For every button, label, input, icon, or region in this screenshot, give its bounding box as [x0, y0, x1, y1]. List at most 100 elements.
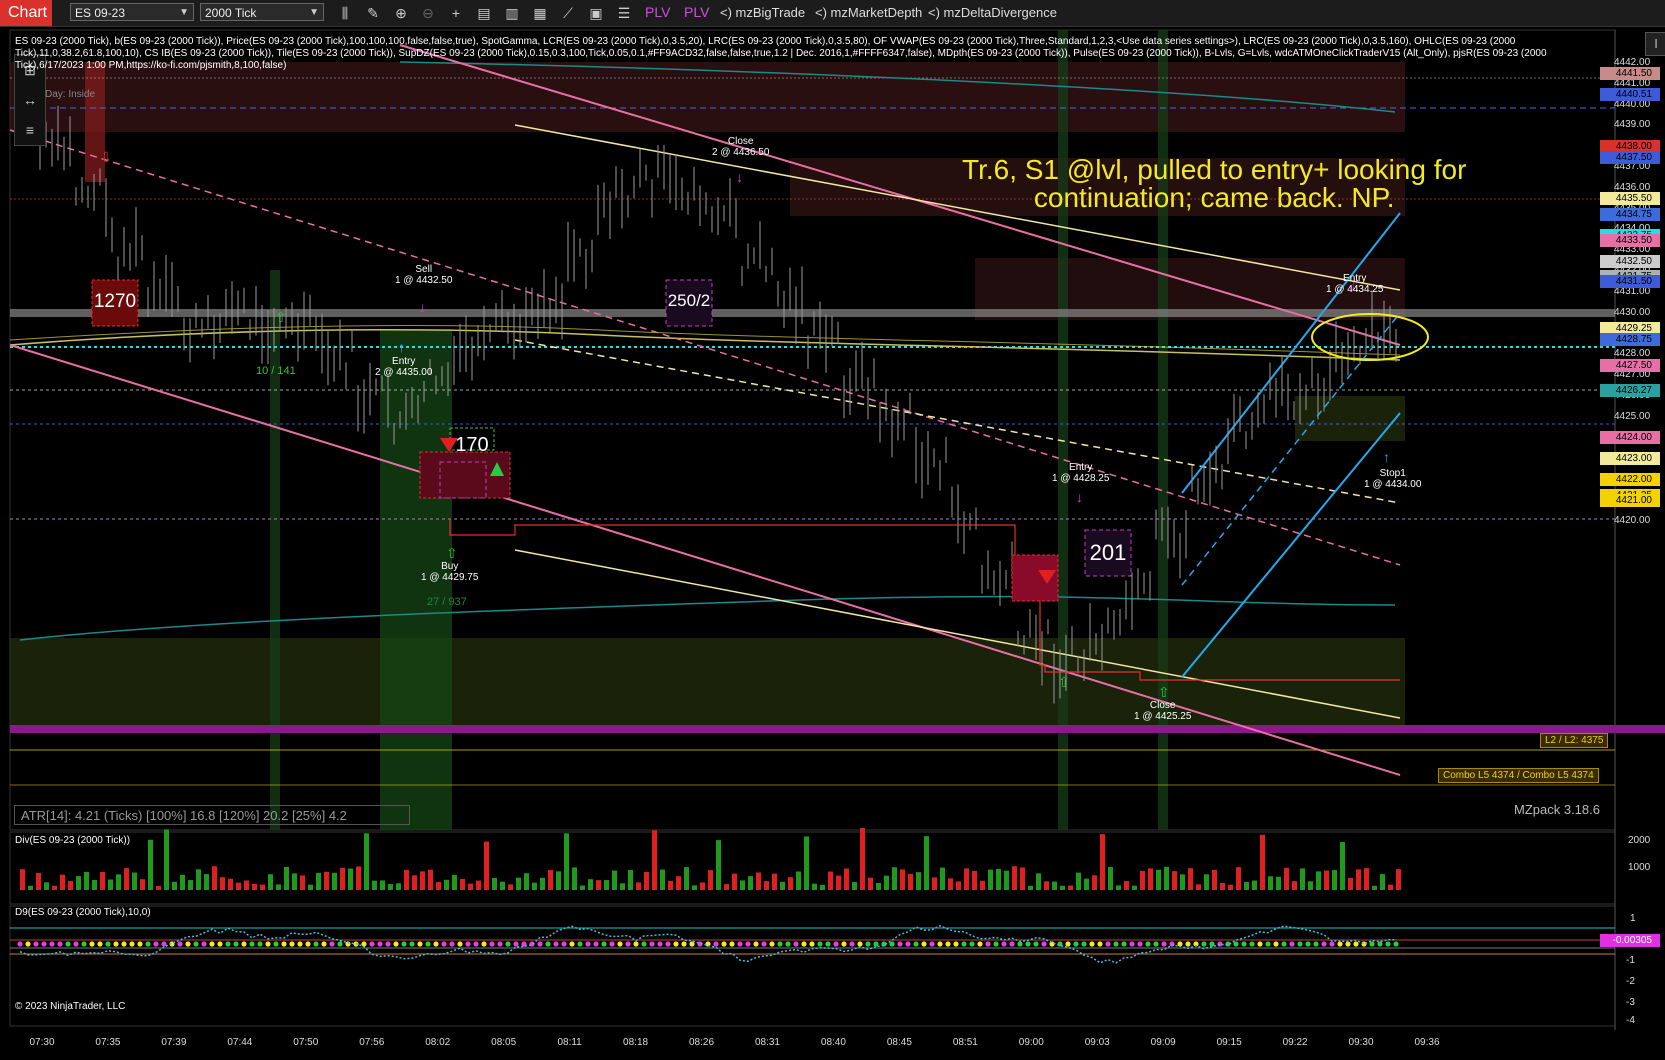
div-bar: [428, 869, 433, 890]
div-bar: [972, 870, 977, 890]
div-bar: [1244, 881, 1249, 890]
l2-level-band: [10, 725, 1665, 733]
d9-dot: [753, 941, 759, 947]
div-bar: [268, 874, 273, 890]
d9-dot: [977, 941, 983, 947]
price-tick: 4430.00: [1614, 306, 1651, 318]
zoom-in-icon[interactable]: ⊕: [392, 4, 410, 22]
div-bar: [236, 882, 241, 890]
d9-dot: [865, 941, 871, 947]
bar-type-icon[interactable]: ⫼: [336, 4, 354, 22]
interval-selector[interactable]: 2000 Tick ▼: [200, 3, 324, 21]
d9-dot: [57, 941, 63, 947]
div-bar: [1140, 870, 1145, 890]
d9-dot: [217, 941, 223, 947]
d9-dot: [857, 941, 863, 947]
d9-panel-title: D9(ES 09-23 (2000 Tick),10,0): [15, 907, 151, 918]
volume-label-2: 27 / 937: [427, 596, 467, 608]
svg-text:↓: ↓: [736, 169, 743, 185]
d9-dot: [121, 941, 127, 947]
div-bar: [684, 867, 689, 890]
div-bar: [36, 872, 41, 890]
data-box-icon[interactable]: ▣: [587, 4, 605, 22]
div-bar: [340, 867, 345, 890]
time-tick: 07:39: [161, 1037, 187, 1048]
combo-level-label: Combo L5 4374 / Combo L5 4374: [1438, 768, 1599, 783]
div-bar: [124, 868, 129, 890]
d9-dot: [201, 941, 207, 947]
div-bar: [1036, 873, 1041, 890]
div-bar: [1260, 834, 1265, 890]
chevron-down-icon: ▼: [309, 7, 319, 18]
div-bar: [1100, 834, 1105, 890]
d9-dot: [1233, 941, 1239, 947]
d9-tick-1: 1: [1630, 913, 1636, 924]
d9-dot: [185, 941, 191, 947]
div-bar: [948, 878, 953, 890]
arrows-horizontal-icon[interactable]: ↔: [15, 85, 45, 115]
time-tick: 08:26: [689, 1037, 715, 1048]
plv-button-2[interactable]: PLV: [684, 4, 709, 20]
div-bar: [644, 871, 649, 890]
chart-toolbar: Chart ES 09-23 ▼ 2000 Tick ▼ ⫼ ✎ ⊕ ⊖ + ▤ ▥…: [0, 0, 1665, 27]
price-tag: 4433.50: [1600, 233, 1660, 247]
div-bar: [892, 867, 897, 890]
div-bar: [92, 879, 97, 890]
div-bar: [508, 884, 513, 890]
d9-dot: [81, 941, 87, 947]
price-tag: 4432.50: [1600, 254, 1660, 268]
div-bar: [68, 880, 73, 890]
div-bar: [28, 885, 33, 890]
div-bar: [620, 883, 625, 890]
div-bar: [1308, 881, 1313, 890]
div-bar: [308, 884, 313, 890]
d9-dot: [577, 941, 583, 947]
div-bar: [924, 836, 929, 890]
d9-dot: [809, 941, 815, 947]
pencil-icon[interactable]: ✎: [364, 4, 382, 22]
zoom-out-icon[interactable]: ⊖: [419, 4, 437, 22]
chart-options-button[interactable]: I: [1645, 32, 1665, 56]
div-bar: [1388, 884, 1393, 890]
menu-lines-icon[interactable]: ≡: [15, 115, 45, 145]
div-bar: [1204, 874, 1209, 890]
div-bar: [468, 883, 473, 890]
div-bar: [252, 883, 257, 890]
crosshair-icon[interactable]: +: [447, 4, 465, 22]
d9-tick-m2: -2: [1626, 976, 1635, 987]
d9-dot: [953, 941, 959, 947]
div-bar: [180, 874, 185, 890]
mzdeltadivergence-link[interactable]: <) mzDeltaDivergence: [928, 5, 1057, 20]
properties-icon[interactable]: ▤: [475, 4, 493, 22]
div-bar: [516, 877, 521, 890]
div-bar: [156, 885, 161, 890]
svg-text:↓: ↓: [419, 299, 426, 315]
d9-dot: [737, 941, 743, 947]
mzbigtrade-link[interactable]: <) mzBigTrade: [720, 5, 805, 20]
instrument-selector[interactable]: ES 09-23 ▼: [70, 3, 194, 21]
list-icon[interactable]: ☰: [615, 4, 633, 22]
div-bar: [1020, 867, 1025, 890]
time-tick: 09:09: [1150, 1037, 1176, 1048]
div-bar: [540, 877, 545, 890]
strategies-icon[interactable]: ⟋: [559, 4, 577, 22]
div-bar: [1060, 885, 1065, 890]
trade-label-entry-1: Entry 2 @ 4435.00: [375, 356, 433, 378]
d9-dot: [905, 941, 911, 947]
div-bar: [196, 869, 201, 890]
plv-button-1[interactable]: PLV: [645, 4, 670, 20]
svg-text:⇩: ⇩: [100, 149, 112, 165]
time-tick: 07:44: [227, 1037, 253, 1048]
chart-tab[interactable]: Chart: [0, 0, 52, 26]
d9-dot: [257, 941, 263, 947]
div-bar: [636, 882, 641, 890]
indicators-icon[interactable]: ▦: [531, 4, 549, 22]
d9-dot: [969, 941, 975, 947]
mzmarketdepth-link[interactable]: <) mzMarketDepth: [815, 5, 922, 20]
d9-dot: [1153, 941, 1159, 947]
time-tick: 07:56: [359, 1037, 385, 1048]
time-tick: 09:15: [1216, 1037, 1242, 1048]
templates-icon[interactable]: ▥: [503, 4, 521, 22]
d9-dot: [793, 941, 799, 947]
div-bar: [1220, 882, 1225, 890]
